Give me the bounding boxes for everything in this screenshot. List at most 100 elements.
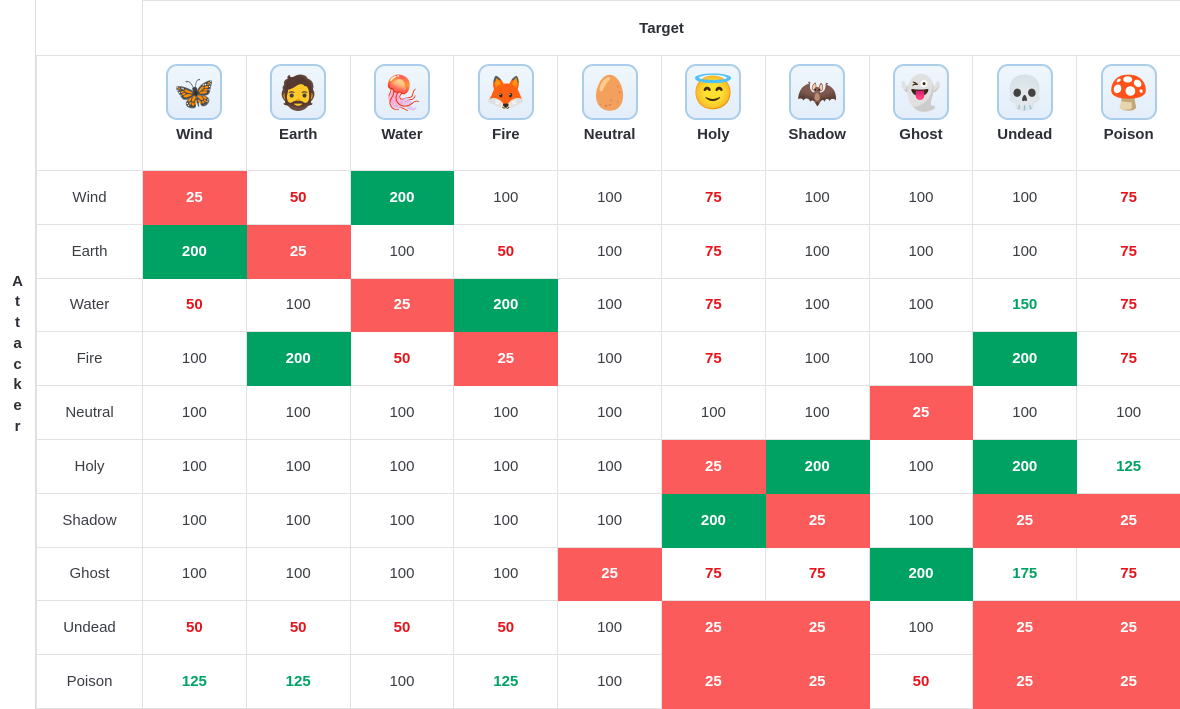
- damage-cell[interactable]: 25: [764, 654, 870, 709]
- damage-cell[interactable]: 25: [764, 600, 870, 656]
- damage-cell[interactable]: 25: [972, 492, 1078, 548]
- attacker-row-header-neutral[interactable]: Neutral: [36, 385, 143, 440]
- damage-cell[interactable]: 200: [868, 546, 974, 602]
- damage-cell[interactable]: 125: [1076, 438, 1180, 494]
- damage-cell[interactable]: 100: [349, 438, 455, 494]
- damage-cell[interactable]: 100: [764, 331, 870, 387]
- damage-cell[interactable]: 100: [349, 654, 455, 709]
- damage-cell[interactable]: 25: [972, 654, 1078, 709]
- damage-cell[interactable]: 100: [245, 492, 351, 548]
- target-column-header-water[interactable]: 🪼 Water: [349, 55, 455, 171]
- damage-cell[interactable]: 100: [245, 277, 351, 333]
- target-column-header-holy[interactable]: 😇 Holy: [660, 55, 766, 171]
- damage-cell[interactable]: 50: [453, 600, 559, 656]
- damage-cell[interactable]: 100: [142, 438, 247, 494]
- damage-cell[interactable]: 100: [868, 492, 974, 548]
- damage-cell[interactable]: 200: [245, 331, 351, 387]
- damage-cell[interactable]: 75: [660, 546, 766, 602]
- target-column-header-undead[interactable]: 💀 Undead: [972, 55, 1078, 171]
- damage-cell[interactable]: 25: [1076, 492, 1180, 548]
- damage-cell[interactable]: 50: [453, 223, 559, 279]
- attacker-row-header-shadow[interactable]: Shadow: [36, 492, 143, 548]
- target-column-header-poison[interactable]: 🍄 Poison: [1076, 55, 1180, 171]
- damage-cell[interactable]: 100: [349, 492, 455, 548]
- damage-cell[interactable]: 200: [972, 438, 1078, 494]
- damage-cell[interactable]: 100: [557, 223, 662, 279]
- damage-cell[interactable]: 100: [764, 223, 870, 279]
- damage-cell[interactable]: 75: [1076, 170, 1180, 225]
- damage-cell[interactable]: 100: [557, 170, 662, 225]
- damage-cell[interactable]: 50: [245, 600, 351, 656]
- damage-cell[interactable]: 50: [142, 600, 247, 656]
- damage-cell[interactable]: 100: [142, 331, 247, 387]
- damage-cell[interactable]: 100: [868, 277, 974, 333]
- damage-cell[interactable]: 100: [245, 546, 351, 602]
- damage-cell[interactable]: 100: [972, 385, 1078, 440]
- damage-cell[interactable]: 100: [142, 385, 247, 440]
- damage-cell[interactable]: 100: [453, 546, 559, 602]
- damage-cell[interactable]: 150: [972, 277, 1078, 333]
- damage-cell[interactable]: 25: [453, 331, 559, 387]
- damage-cell[interactable]: 75: [1076, 223, 1180, 279]
- damage-cell[interactable]: 100: [349, 223, 455, 279]
- damage-cell[interactable]: 100: [972, 223, 1078, 279]
- damage-cell[interactable]: 100: [764, 170, 870, 225]
- damage-cell[interactable]: 100: [453, 385, 559, 440]
- damage-cell[interactable]: 125: [453, 654, 559, 709]
- damage-cell[interactable]: 75: [660, 331, 766, 387]
- attacker-row-header-holy[interactable]: Holy: [36, 438, 143, 494]
- damage-cell[interactable]: 25: [868, 385, 974, 440]
- damage-cell[interactable]: 100: [868, 170, 974, 225]
- damage-cell[interactable]: 200: [142, 223, 247, 279]
- damage-cell[interactable]: 25: [1076, 654, 1180, 709]
- attacker-row-header-ghost[interactable]: Ghost: [36, 546, 143, 602]
- damage-cell[interactable]: 50: [142, 277, 247, 333]
- damage-cell[interactable]: 25: [660, 600, 766, 656]
- damage-cell[interactable]: 25: [1076, 600, 1180, 656]
- damage-cell[interactable]: 75: [1076, 331, 1180, 387]
- attacker-row-header-earth[interactable]: Earth: [36, 223, 143, 279]
- damage-cell[interactable]: 100: [868, 331, 974, 387]
- target-column-header-shadow[interactable]: 🦇 Shadow: [764, 55, 870, 171]
- damage-cell[interactable]: 75: [660, 170, 766, 225]
- damage-cell[interactable]: 100: [349, 546, 455, 602]
- target-column-header-fire[interactable]: 🦊 Fire: [453, 55, 559, 171]
- damage-cell[interactable]: 100: [660, 385, 766, 440]
- damage-cell[interactable]: 25: [245, 223, 351, 279]
- damage-cell[interactable]: 50: [245, 170, 351, 225]
- damage-cell[interactable]: 125: [245, 654, 351, 709]
- damage-cell[interactable]: 200: [660, 492, 766, 548]
- damage-cell[interactable]: 25: [557, 546, 662, 602]
- damage-cell[interactable]: 100: [557, 654, 662, 709]
- damage-cell[interactable]: 125: [142, 654, 247, 709]
- damage-cell[interactable]: 100: [557, 438, 662, 494]
- damage-cell[interactable]: 100: [972, 170, 1078, 225]
- damage-cell[interactable]: 100: [557, 331, 662, 387]
- damage-cell[interactable]: 75: [660, 223, 766, 279]
- damage-cell[interactable]: 25: [142, 170, 247, 225]
- target-column-header-wind[interactable]: 🦋 Wind: [142, 55, 247, 171]
- damage-cell[interactable]: 25: [972, 600, 1078, 656]
- target-column-header-ghost[interactable]: 👻 Ghost: [868, 55, 974, 171]
- damage-cell[interactable]: 50: [349, 600, 455, 656]
- damage-cell[interactable]: 25: [349, 277, 455, 333]
- damage-cell[interactable]: 100: [453, 170, 559, 225]
- damage-cell[interactable]: 200: [764, 438, 870, 494]
- damage-cell[interactable]: 100: [764, 385, 870, 440]
- attacker-row-header-fire[interactable]: Fire: [36, 331, 143, 387]
- attacker-row-header-poison[interactable]: Poison: [36, 654, 143, 709]
- target-column-header-neutral[interactable]: 🥚 Neutral: [557, 55, 662, 171]
- attacker-row-header-wind[interactable]: Wind: [36, 170, 143, 225]
- attacker-row-header-water[interactable]: Water: [36, 277, 143, 333]
- damage-cell[interactable]: 75: [764, 546, 870, 602]
- damage-cell[interactable]: 100: [868, 438, 974, 494]
- damage-cell[interactable]: 100: [868, 600, 974, 656]
- damage-cell[interactable]: 100: [349, 385, 455, 440]
- damage-cell[interactable]: 100: [557, 600, 662, 656]
- damage-cell[interactable]: 25: [660, 438, 766, 494]
- damage-cell[interactable]: 100: [557, 385, 662, 440]
- damage-cell[interactable]: 25: [764, 492, 870, 548]
- damage-cell[interactable]: 75: [660, 277, 766, 333]
- damage-cell[interactable]: 100: [764, 277, 870, 333]
- damage-cell[interactable]: 175: [972, 546, 1078, 602]
